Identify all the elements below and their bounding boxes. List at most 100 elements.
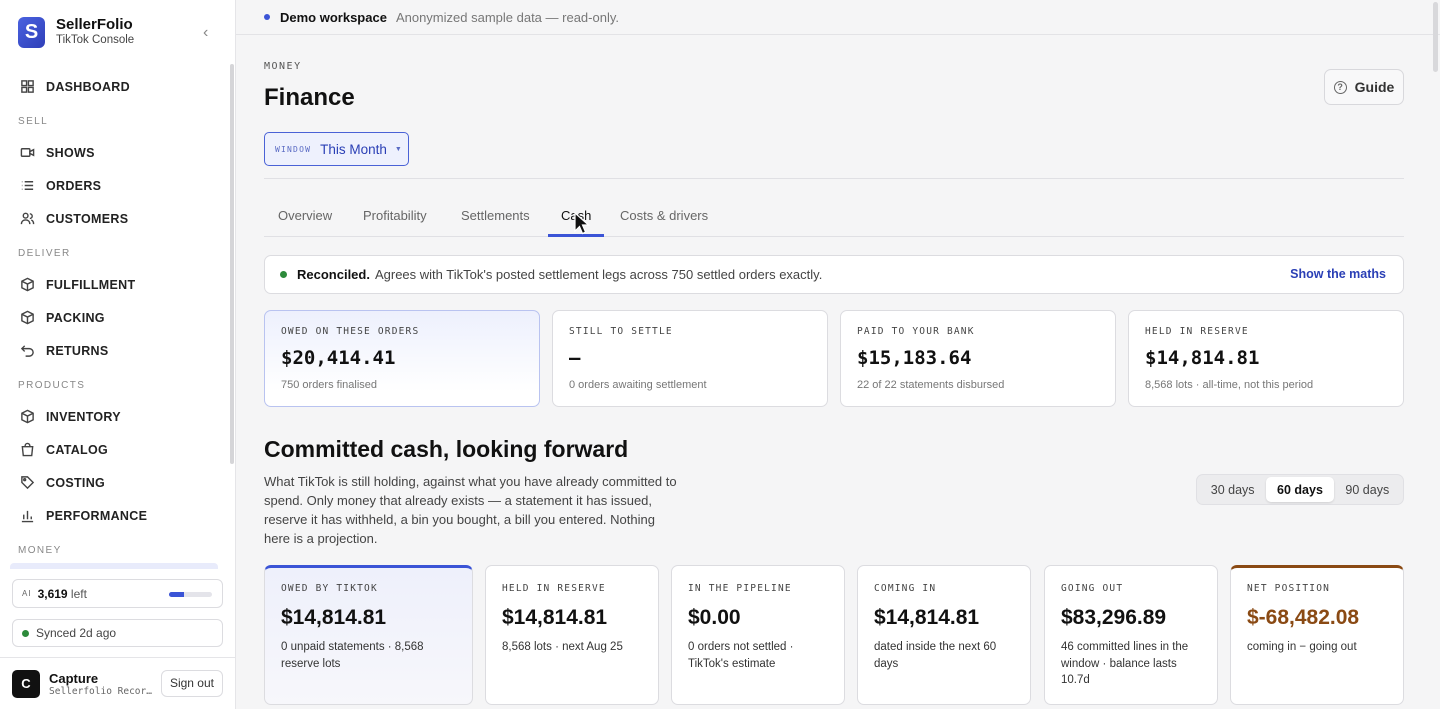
nav-section-sell: SELL — [18, 116, 49, 127]
sidebar-item-label: SHOWS — [46, 145, 95, 160]
card-subtext: 8,568 lots · next Aug 25 — [502, 641, 623, 653]
sync-status-text: Synced 2d ago — [36, 626, 117, 640]
sidebar-item-fulfillment[interactable]: FULFILLMENT — [0, 268, 236, 301]
tab-overview[interactable]: Overview — [278, 208, 332, 223]
sidebar-item-dashboard[interactable]: DASHBOARD — [0, 70, 236, 103]
nav-section-money: MONEY — [18, 545, 62, 556]
card-value: $83,296.89 — [1061, 606, 1167, 629]
stat-label: HELD IN RESERVE — [1145, 326, 1249, 337]
sidebar-item-finance-peek[interactable] — [10, 563, 218, 569]
card-subtext: coming in − going out — [1247, 641, 1357, 653]
sidebar-item-shows[interactable]: SHOWS — [0, 136, 236, 169]
card-label: OWED BY TIKTOK — [281, 583, 378, 594]
sidebar-item-orders[interactable]: ORDERS — [0, 169, 236, 202]
card-value: $14,814.81 — [874, 606, 980, 629]
sidebar-item-packing[interactable]: PACKING — [0, 301, 236, 334]
show-maths-link[interactable]: Show the maths — [1290, 267, 1386, 281]
range-option-60-days[interactable]: 60 days — [1266, 477, 1334, 502]
guide-button[interactable]: ? Guide — [1324, 69, 1404, 105]
card-owed-by-tiktok[interactable]: OWED BY TIKTOK $14,814.81 0 unpaid state… — [264, 565, 473, 705]
sidebar-item-label: FULFILLMENT — [46, 277, 136, 292]
user-subtitle: Sellerfolio Recor… — [49, 685, 152, 697]
card-subtext: 0 unpaid statements · 8,568 reserve lots — [281, 641, 424, 670]
nav-section-products: PRODUCTS — [18, 380, 86, 391]
ai-usage-fill — [169, 592, 185, 597]
window-value: This Month — [320, 141, 387, 157]
sidebar-item-label: CUSTOMERS — [46, 211, 129, 226]
help-icon: ? — [1333, 80, 1347, 94]
card-in-the-pipeline[interactable]: IN THE PIPELINE $0.00 0 orders not settl… — [671, 565, 845, 705]
brand[interactable]: S SellerFolio TikTok Console — [18, 16, 134, 48]
card-label: HELD IN RESERVE — [502, 583, 606, 594]
page-eyebrow: MONEY — [264, 61, 302, 72]
bag-icon — [19, 442, 35, 458]
ai-credits-suffix: left — [67, 586, 87, 601]
ai-usage-bar — [169, 592, 212, 597]
collapse-sidebar-icon[interactable]: ‹ — [203, 24, 208, 42]
stat-subtext: 0 orders awaiting settlement — [569, 379, 707, 391]
sidebar-item-inventory[interactable]: INVENTORY — [0, 400, 236, 433]
users-icon — [19, 211, 35, 227]
page-title: Finance — [264, 84, 355, 111]
card-subtext: 46 committed lines in the window · balan… — [1061, 641, 1189, 686]
reconciled-banner: Reconciled. Agrees with TikTok's posted … — [264, 255, 1404, 294]
box-icon — [19, 409, 35, 425]
user-name: Capture — [49, 670, 99, 686]
sidebar-scrollbar[interactable] — [230, 64, 234, 464]
sidebar-item-label: CATALOG — [46, 442, 109, 457]
range-option-90-days[interactable]: 90 days — [1334, 477, 1401, 502]
stat-subtext: 750 orders finalised — [281, 379, 378, 391]
sidebar: S SellerFolio TikTok Console ‹ DASHBOARD… — [0, 0, 236, 709]
range-toggle: 30 days 60 days 90 days — [1196, 474, 1404, 505]
divider — [264, 178, 1404, 179]
tab-settlements[interactable]: Settlements — [461, 208, 530, 223]
stat-card-paid-to-bank[interactable]: PAID TO YOUR BANK $15,183.64 22 of 22 st… — [840, 310, 1116, 407]
sidebar-item-catalog[interactable]: CATALOG — [0, 433, 236, 466]
card-going-out[interactable]: GOING OUT $83,296.89 46 committed lines … — [1044, 565, 1218, 705]
card-net-position[interactable]: NET POSITION $-68,482.08 coming in − goi… — [1230, 565, 1404, 705]
tab-costs-drivers[interactable]: Costs & drivers — [620, 208, 708, 223]
banner-title: Demo workspace — [280, 9, 387, 25]
tab-profitability[interactable]: Profitability — [363, 208, 427, 223]
card-coming-in[interactable]: COMING IN $14,814.81 dated inside the ne… — [857, 565, 1031, 705]
sidebar-item-customers[interactable]: CUSTOMERS — [0, 202, 236, 235]
main-content: Demo workspace Anonymized sample data — … — [236, 0, 1440, 709]
brand-logo: S — [18, 16, 45, 48]
card-value: $0.00 — [688, 606, 741, 629]
reconciled-text: Agrees with TikTok's posted settlement l… — [374, 267, 823, 282]
brand-subtitle: TikTok Console — [56, 34, 135, 46]
stat-card-still-to-settle[interactable]: STILL TO SETTLE — 0 orders awaiting sett… — [552, 310, 828, 407]
box-icon — [19, 277, 35, 293]
stat-value: $15,183.64 — [857, 347, 972, 369]
card-label: GOING OUT — [1061, 583, 1124, 594]
card-label: COMING IN — [874, 583, 937, 594]
tag-icon — [19, 475, 35, 491]
card-subtext: 0 orders not settled · TikTok's estimate — [688, 641, 794, 670]
sidebar-item-label: INVENTORY — [46, 409, 121, 424]
window-select[interactable]: WINDOW This Month ▼ — [264, 132, 409, 166]
stat-card-held-in-reserve[interactable]: HELD IN RESERVE $14,814.81 8,568 lots · … — [1128, 310, 1404, 407]
page-scrollbar[interactable] — [1433, 2, 1438, 72]
avatar[interactable]: C — [12, 669, 40, 698]
sign-out-button[interactable]: Sign out — [160, 670, 223, 697]
stat-label: OWED ON THESE ORDERS — [281, 326, 420, 337]
grid-icon — [19, 79, 35, 95]
guide-label: Guide — [1354, 79, 1395, 95]
stat-value: $14,814.81 — [1145, 347, 1260, 369]
sync-status[interactable]: Synced 2d ago — [12, 619, 223, 647]
ai-credits[interactable]: AI 3,619 left — [12, 579, 223, 608]
window-label: WINDOW — [275, 144, 312, 154]
range-option-30-days[interactable]: 30 days — [1199, 477, 1266, 502]
sidebar-item-costing[interactable]: COSTING — [0, 466, 236, 499]
stat-subtext: 8,568 lots · all-time, not this period — [1145, 379, 1314, 391]
stat-subtext: 22 of 22 statements disbursed — [857, 379, 1005, 391]
card-held-in-reserve[interactable]: HELD IN RESERVE $14,814.81 8,568 lots · … — [485, 565, 659, 705]
sidebar-item-label: RETURNS — [46, 343, 109, 358]
banner-note: Anonymized sample data — read-only. — [395, 9, 619, 25]
stat-card-owed[interactable]: OWED ON THESE ORDERS $20,414.41 750 orde… — [264, 310, 540, 407]
sidebar-item-performance[interactable]: PERFORMANCE — [0, 499, 236, 532]
sidebar-nav: DASHBOARD SELL SHOWS ORDERS CUSTOMERS DE… — [0, 70, 236, 565]
sidebar-item-returns[interactable]: RETURNS — [0, 334, 236, 367]
user-profile: C Capture Sellerfolio Recor… Sign out — [0, 657, 236, 709]
ai-tag: AI — [22, 589, 32, 598]
